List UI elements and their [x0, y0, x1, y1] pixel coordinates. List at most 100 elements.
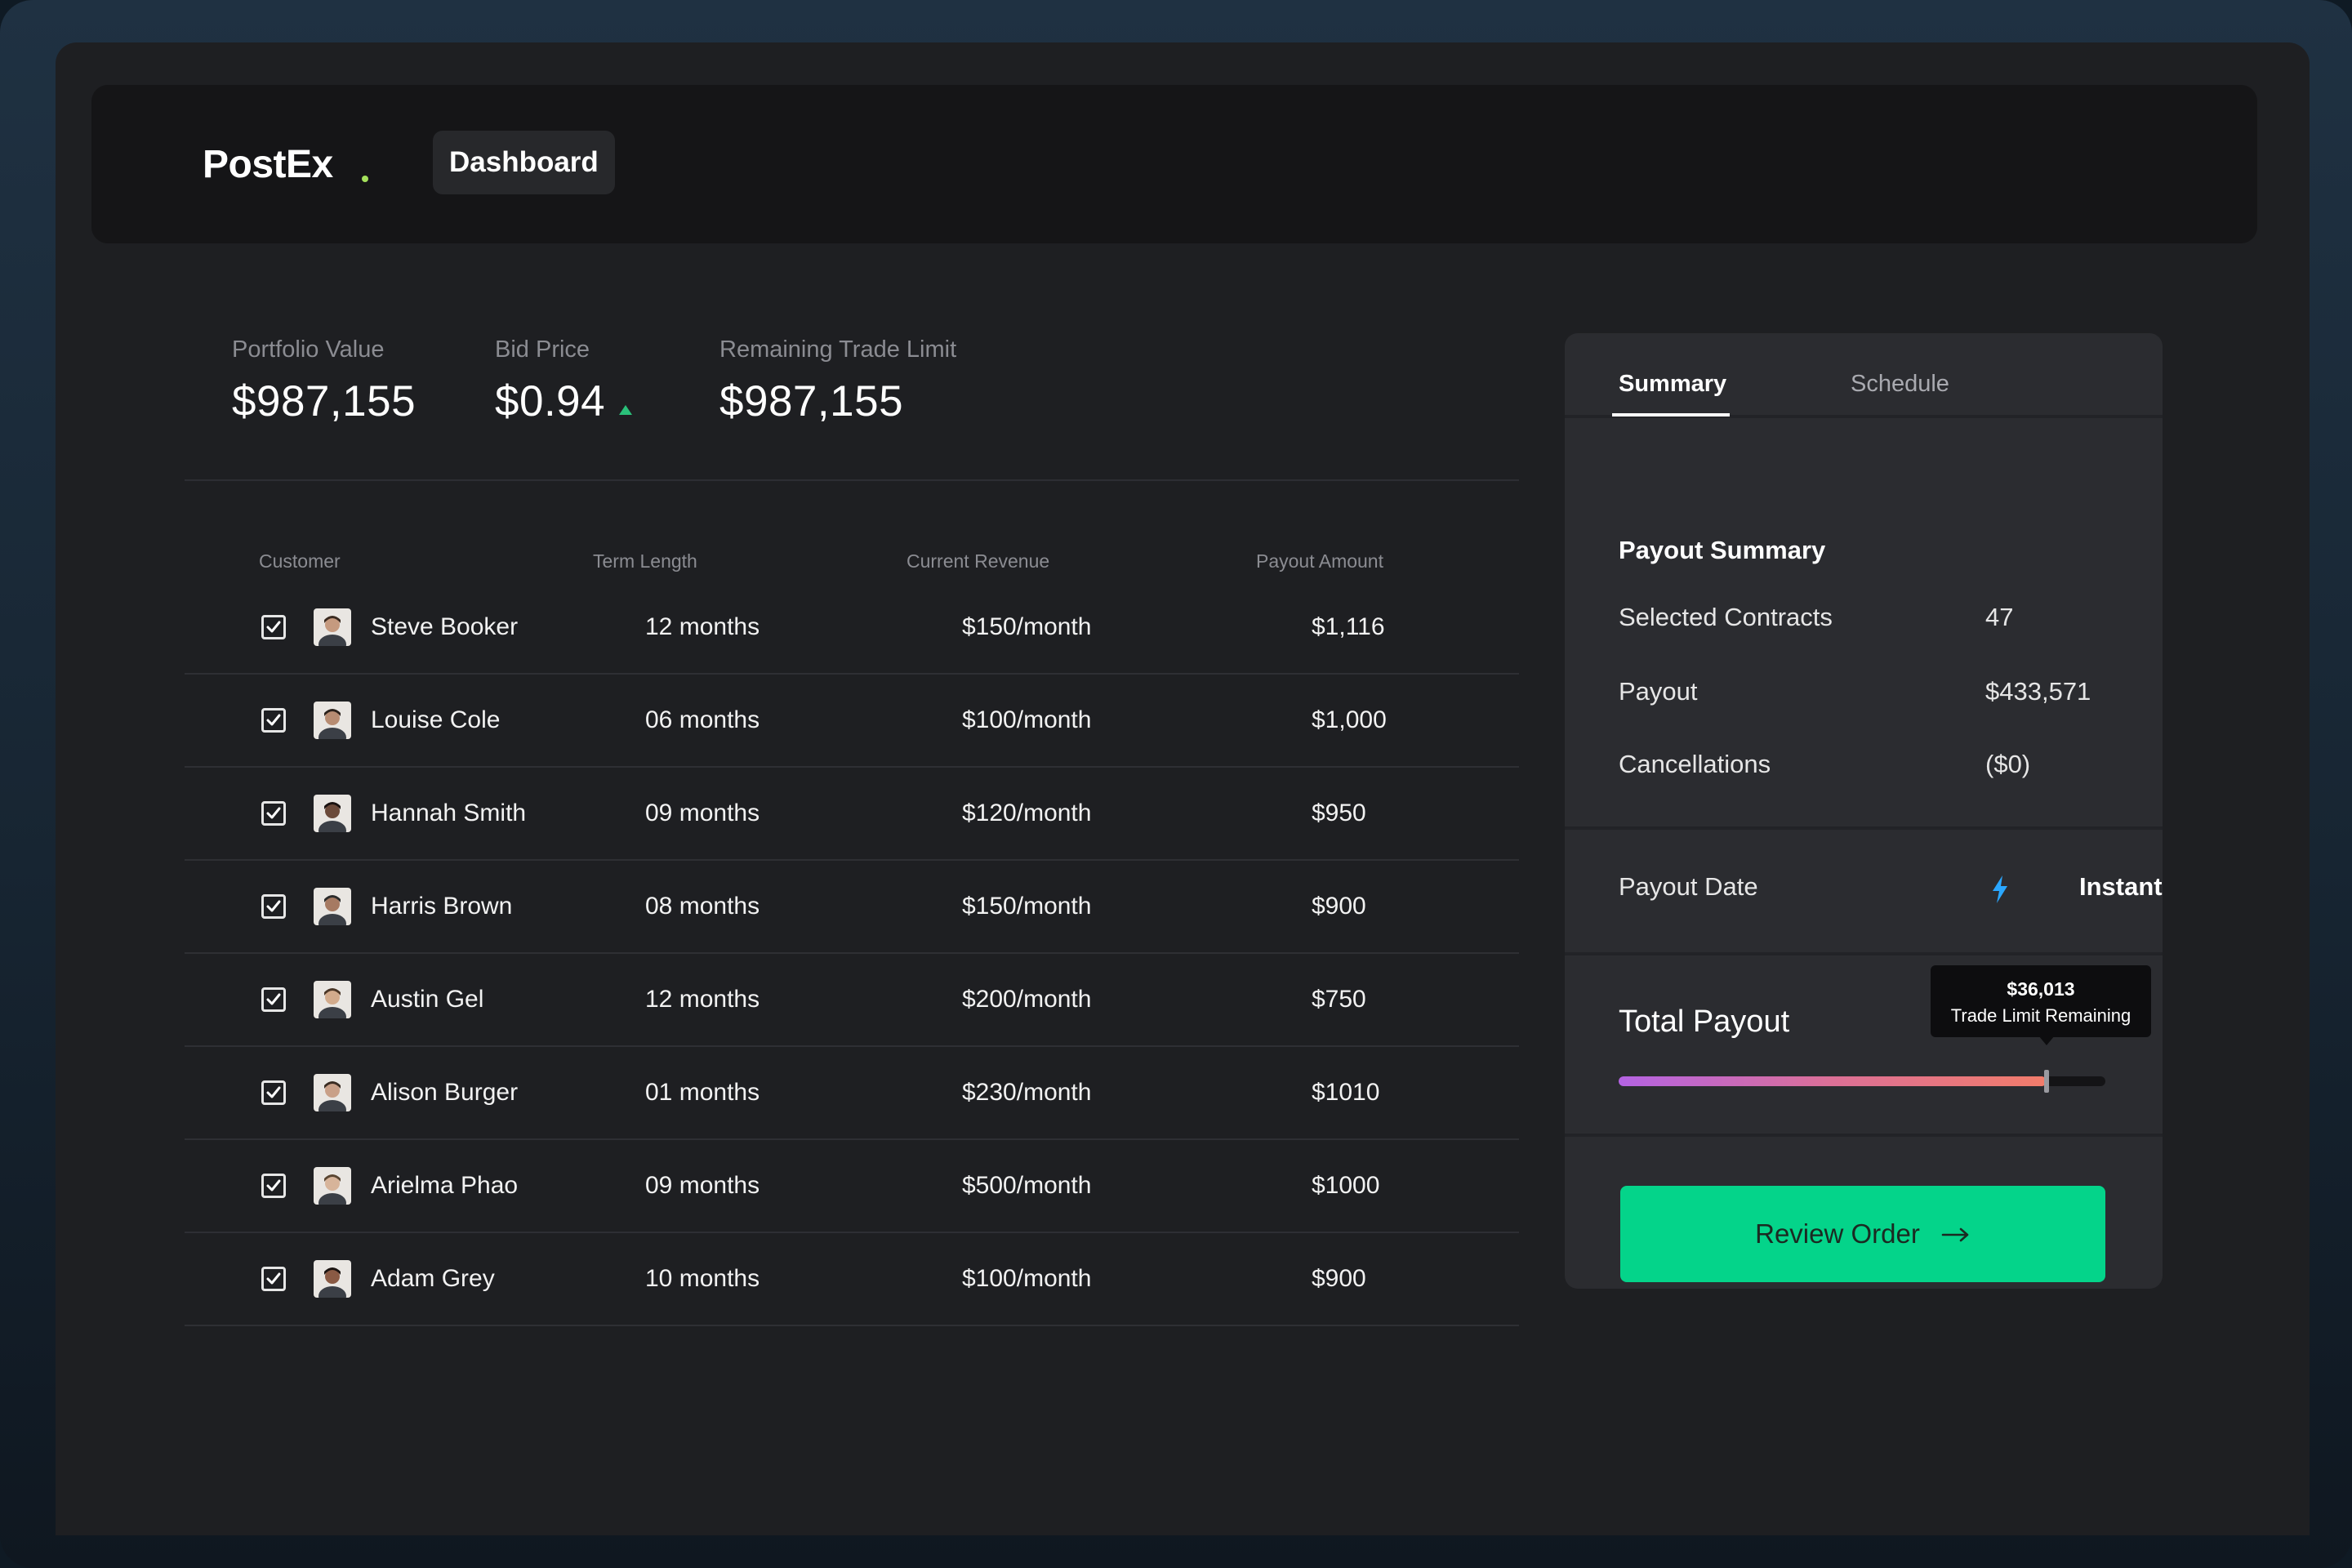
logo[interactable]: PostEx: [203, 142, 333, 187]
payout-amount: $750: [1312, 986, 1366, 1013]
stat-label: Bid Price: [495, 336, 590, 363]
customer-name: Arielma Phao: [371, 1172, 519, 1199]
checkmark-icon: [266, 807, 281, 819]
checkmark-icon: [266, 900, 281, 912]
panel-divider: [1565, 952, 2163, 956]
current-revenue: $100/month: [962, 706, 1092, 733]
table-row[interactable]: Austin Gel 12 months $200/month $750: [185, 954, 1519, 1047]
stat-remaining-trade-limit: Remaining Trade Limit $987,155: [719, 336, 956, 426]
payout-label: Payout: [1619, 677, 1698, 706]
term-length: 09 months: [645, 1172, 760, 1199]
payout-amount: $1000: [1312, 1172, 1380, 1199]
payout-amount: $900: [1312, 1265, 1366, 1292]
col-header-current-revenue[interactable]: Current Revenue: [906, 550, 1049, 572]
cancellations-value: ($0): [1985, 750, 2031, 778]
arrow-right-icon: [1941, 1218, 1971, 1250]
stat-label: Portfolio Value: [232, 336, 385, 363]
row-checkbox[interactable]: [261, 1267, 286, 1291]
current-revenue: $230/month: [962, 1079, 1092, 1106]
payout-amount: $1,116: [1312, 613, 1385, 640]
table-row[interactable]: Adam Grey 10 months $100/month $900: [185, 1233, 1519, 1326]
term-length: 06 months: [645, 706, 760, 733]
panel-tabs: Summary Schedule: [1565, 333, 2163, 418]
stat-value: $987,155: [232, 377, 416, 425]
table-row[interactable]: Harris Brown 08 months $150/month $900: [185, 861, 1519, 954]
customer-name: Louise Cole: [371, 706, 501, 733]
payout-amount: $1010: [1312, 1079, 1380, 1106]
avatar: [314, 795, 351, 832]
stat-value: $0.94: [495, 377, 606, 425]
table-row[interactable]: Hannah Smith 09 months $120/month $950: [185, 768, 1519, 861]
payout-amount: $1,000: [1312, 706, 1387, 733]
stat-bid-price: Bid Price $0.94: [495, 336, 605, 426]
term-length: 12 months: [645, 986, 760, 1013]
term-length: 12 months: [645, 613, 760, 640]
trade-limit-tooltip: $36,013 Trade Limit Remaining: [1931, 965, 2151, 1037]
term-length: 01 months: [645, 1079, 760, 1106]
payout-amount: $900: [1312, 893, 1366, 920]
trend-up-icon: [619, 405, 632, 415]
selected-contracts-label: Selected Contracts: [1619, 603, 1833, 631]
avatar: [314, 1167, 351, 1205]
total-payout-label: Total Payout: [1619, 1004, 1790, 1039]
lightning-bolt-icon: [1991, 875, 2009, 907]
checkmark-icon: [266, 621, 281, 633]
active-tab-indicator: [1612, 413, 1730, 416]
tab-schedule[interactable]: Schedule: [1851, 371, 1949, 398]
row-checkbox[interactable]: [261, 615, 286, 639]
payout-panel: Summary Schedule Payout Summary Selected…: [1565, 333, 2163, 1289]
logo-dot: [362, 176, 368, 182]
current-revenue: $150/month: [962, 613, 1092, 640]
row-checkbox[interactable]: [261, 987, 286, 1012]
avatar: [314, 888, 351, 925]
panel-divider: [1565, 826, 2163, 830]
col-header-payout-amount[interactable]: Payout Amount: [1256, 550, 1383, 572]
payout-value: $433,571: [1985, 677, 2091, 706]
selected-contracts-value: 47: [1985, 603, 2014, 631]
panel-divider: [1565, 1134, 2163, 1137]
review-order-button[interactable]: Review Order: [1620, 1186, 2105, 1282]
customer-name: Austin Gel: [371, 986, 484, 1013]
total-payout-slider[interactable]: [1619, 1070, 2105, 1093]
stats-divider: [185, 479, 1519, 481]
customer-name: Steve Booker: [371, 613, 519, 640]
table-row[interactable]: Louise Cole 06 months $100/month $1,000: [185, 675, 1519, 768]
tooltip-value: $36,013: [2007, 978, 2075, 1000]
device-frame: PostEx Dashboard Portfolio Value $987,15…: [0, 0, 2352, 1568]
avatar: [314, 608, 351, 646]
checkmark-icon: [266, 1086, 281, 1098]
current-revenue: $500/month: [962, 1172, 1092, 1199]
nav-dashboard[interactable]: Dashboard: [433, 131, 615, 194]
current-revenue: $120/month: [962, 800, 1092, 826]
row-checkbox[interactable]: [261, 708, 286, 733]
checkmark-icon: [266, 993, 281, 1005]
payout-amount: $950: [1312, 800, 1366, 826]
col-header-term-length[interactable]: Term Length: [593, 550, 697, 572]
checkmark-icon: [266, 1179, 281, 1192]
row-checkbox[interactable]: [261, 1080, 286, 1105]
checkmark-icon: [266, 714, 281, 726]
row-checkbox[interactable]: [261, 801, 286, 826]
customer-name: Harris Brown: [371, 893, 513, 920]
table-row[interactable]: Arielma Phao 09 months $500/month $1000: [185, 1140, 1519, 1233]
table-row[interactable]: Alison Burger 01 months $230/month $1010: [185, 1047, 1519, 1140]
stat-value: $987,155: [719, 377, 904, 425]
payout-date-value: Instant: [2079, 872, 2163, 901]
tooltip-label: Trade Limit Remaining: [1950, 1005, 2132, 1026]
customer-name: Alison Burger: [371, 1079, 519, 1106]
review-order-label: Review Order: [1755, 1218, 1920, 1249]
col-header-customer[interactable]: Customer: [259, 550, 341, 572]
slider-handle[interactable]: [2044, 1070, 2050, 1093]
table-row[interactable]: Steve Booker 12 months $150/month $1,116: [185, 581, 1519, 675]
tooltip-pointer: [2038, 1036, 2055, 1045]
tab-summary[interactable]: Summary: [1619, 371, 1726, 398]
payout-date-label: Payout Date: [1619, 872, 1758, 901]
slider-fill: [1619, 1076, 2047, 1086]
avatar: [314, 981, 351, 1018]
term-length: 08 months: [645, 893, 760, 920]
current-revenue: $150/month: [962, 893, 1092, 920]
avatar: [314, 1260, 351, 1298]
row-checkbox[interactable]: [261, 894, 286, 919]
row-checkbox[interactable]: [261, 1174, 286, 1198]
current-revenue: $100/month: [962, 1265, 1092, 1292]
